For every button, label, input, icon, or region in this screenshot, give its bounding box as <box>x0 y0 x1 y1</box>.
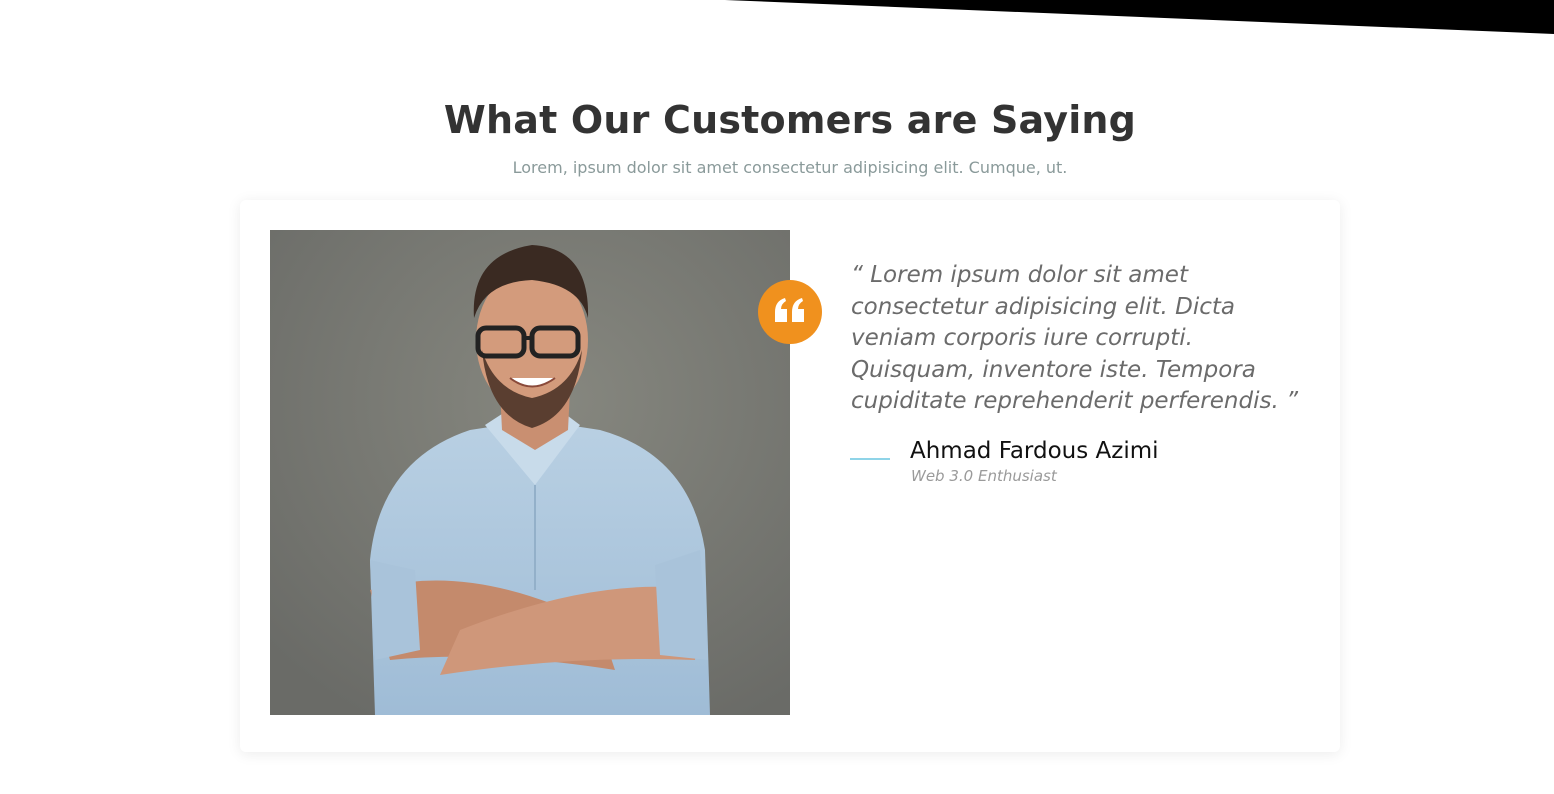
testimonial-card: “ Lorem ipsum dolor sit amet consectetur… <box>240 200 1340 752</box>
author-role: Web 3.0 Enthusiast <box>911 467 1057 485</box>
page: What Our Customers are Saying Lorem, ips… <box>0 0 1554 794</box>
section-subtitle: Lorem, ipsum dolor sit amet consectetur … <box>512 158 1068 177</box>
author-divider <box>850 458 890 460</box>
quote-badge <box>758 280 822 344</box>
customer-photo <box>270 230 790 715</box>
quote-open-icon <box>773 296 807 328</box>
testimonial-quote: “ Lorem ipsum dolor sit amet consectetur… <box>851 262 1298 414</box>
top-decorative-shape <box>725 0 1554 34</box>
section-title: What Our Customers are Saying <box>443 98 1137 142</box>
author-name: Ahmad Fardous Azimi <box>910 438 1159 464</box>
